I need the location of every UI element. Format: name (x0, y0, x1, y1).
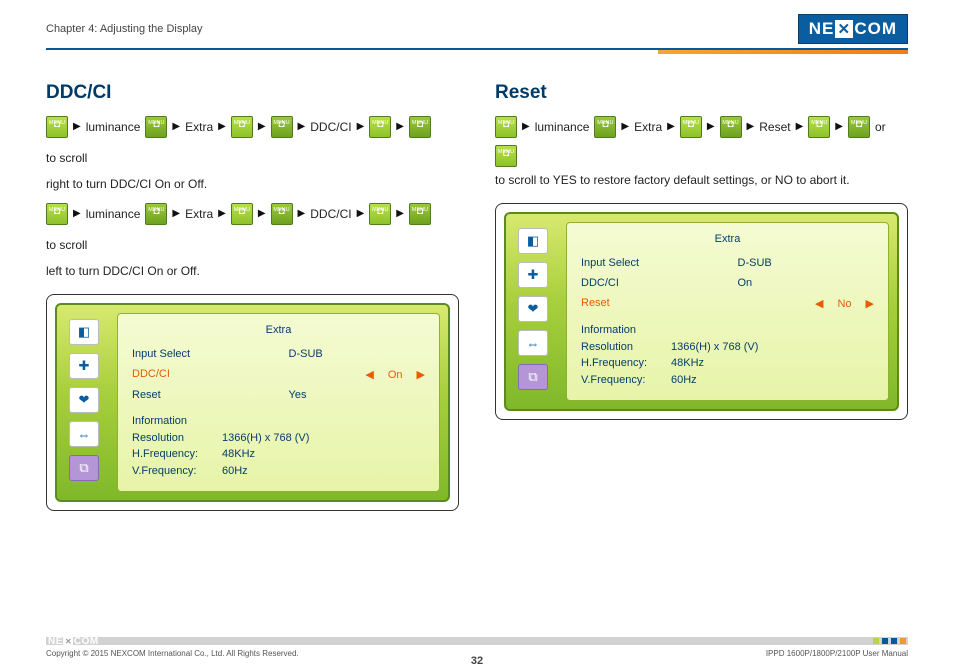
x-icon: ✕ (835, 20, 853, 38)
menu-button-icon: ◘MENU (271, 203, 293, 225)
arrow-icon: ▶ (298, 114, 306, 140)
nav-sequence-2: ◘MENU ▶ luminance ◘MENU ▶ Extra ▶ ◘MENU … (46, 201, 459, 258)
right-column: Reset ◘MENU ▶ luminance ◘MENU ▶ Extra ▶ … (495, 82, 908, 511)
seq-desc-2: left to turn DDC/CI On or Off. (46, 264, 459, 278)
menu-button-icon: ◘MENU (680, 116, 702, 138)
row-input-select: Input Select D-SUB (581, 253, 874, 273)
arrow-icon: ▶ (667, 114, 675, 140)
arrow-icon: ▶ (835, 114, 843, 140)
osd-tab-title: Extra (581, 233, 874, 245)
menu-button-icon: ◘MENU (720, 116, 742, 138)
menu-button-icon: ◘MENU (271, 116, 293, 138)
menu-button-icon: ◘MENU (46, 116, 68, 138)
menu-button-icon: ◘MENU (495, 145, 517, 167)
arrow-icon: ▶ (707, 114, 715, 140)
page-number: 32 (46, 655, 908, 667)
osd-panel-reset: ◧ ✚ ❤ ⇔ ⧉ Extra Input Select D-SUB DDC/C… (495, 203, 908, 420)
info-block: Information Resolution1366(H) x 768 (V) … (132, 413, 425, 479)
color-icon[interactable]: ❤ (518, 296, 548, 322)
menu-button-icon: ◘MENU (409, 116, 431, 138)
arrow-icon: ▶ (73, 201, 81, 227)
menu-button-icon: ◘MENU (808, 116, 830, 138)
arrow-icon: ▶ (357, 114, 365, 140)
chapter-title: Chapter 4: Adjusting the Display (46, 23, 203, 35)
osd-sidebar: ◧ ✚ ❤ ⇔ ⧉ (514, 222, 566, 401)
arrow-icon: ▶ (796, 114, 804, 140)
row-ddcci-selected[interactable]: DDC/CI ◀ On ▶ (132, 364, 425, 385)
right-arrow-icon[interactable]: ▶ (866, 297, 874, 310)
menu-button-icon: ◘MENU (231, 203, 253, 225)
arrow-icon: ▶ (298, 201, 306, 227)
info-block: Information Resolution1366(H) x 768 (V) … (581, 322, 874, 388)
menu-button-icon: ◘MENU (145, 203, 167, 225)
arrow-icon: ▶ (218, 114, 226, 140)
arrow-icon: ▶ (522, 114, 530, 140)
menu-button-icon: ◘MENU (369, 116, 391, 138)
arrow-icon: ▶ (172, 114, 180, 140)
arrow-icon: ▶ (621, 114, 629, 140)
seq-desc-reset: to scroll to YES to restore factory defa… (495, 173, 908, 187)
menu-button-icon: ◘MENU (594, 116, 616, 138)
menu-button-icon: ◘MENU (46, 203, 68, 225)
osd-panel-ddcci: ◧ ✚ ❤ ⇔ ⧉ Extra Input Select D-SUB DDC/C… (46, 294, 459, 511)
brand-logo: NE✕COM (798, 14, 908, 44)
arrow-icon: ▶ (258, 201, 266, 227)
row-ddcci: DDC/CI On (581, 273, 874, 293)
arrow-icon: ▶ (747, 114, 755, 140)
page-header: Chapter 4: Adjusting the Display NE✕COM (46, 0, 908, 44)
arrow-icon: ▶ (73, 114, 81, 140)
footer-logo: NE✕COM (48, 636, 99, 647)
arrow-icon: ▶ (258, 114, 266, 140)
menu-button-icon: ◘MENU (369, 203, 391, 225)
menu-button-icon: ◘MENU (409, 203, 431, 225)
section-title-reset: Reset (495, 82, 908, 104)
extra-icon[interactable]: ⧉ (518, 364, 548, 390)
image-setup-icon[interactable]: ✚ (518, 262, 548, 288)
arrow-icon: ▶ (357, 201, 365, 227)
left-arrow-icon[interactable]: ◀ (815, 297, 823, 310)
menu-button-icon: ◘MENU (145, 116, 167, 138)
osd-setup-icon[interactable]: ⇔ (69, 421, 99, 447)
row-input-select: Input Select D-SUB (132, 344, 425, 364)
image-setup-icon[interactable]: ✚ (69, 353, 99, 379)
left-arrow-icon[interactable]: ◀ (365, 368, 373, 381)
extra-icon[interactable]: ⧉ (69, 455, 99, 481)
osd-setup-icon[interactable]: ⇔ (518, 330, 548, 356)
header-accent (46, 50, 908, 54)
left-column: DDC/CI ◘MENU ▶ luminance ◘MENU ▶ Extra ▶… (46, 82, 459, 511)
menu-button-icon: ◘MENU (848, 116, 870, 138)
nav-sequence-1: ◘MENU ▶ luminance ◘MENU ▶ Extra ▶ ◘MENU … (46, 114, 459, 171)
arrow-icon: ▶ (172, 201, 180, 227)
nav-sequence-reset: ◘MENU ▶ luminance ◘MENU ▶ Extra ▶ ◘MENU … (495, 114, 908, 167)
osd-content: Extra Input Select D-SUB DDC/CI On Reset… (566, 222, 889, 401)
luminance-icon[interactable]: ◧ (518, 228, 548, 254)
osd-sidebar: ◧ ✚ ❤ ⇔ ⧉ (65, 313, 117, 492)
luminance-icon[interactable]: ◧ (69, 319, 99, 345)
page-footer: NE✕COM 32 Copyright © 2015 NEXCOM Intern… (46, 637, 908, 658)
footer-squares (873, 638, 906, 644)
color-icon[interactable]: ❤ (69, 387, 99, 413)
x-icon: ✕ (63, 636, 73, 646)
seq-desc-1: right to turn DDC/CI On or Off. (46, 177, 459, 191)
menu-button-icon: ◘MENU (231, 116, 253, 138)
menu-button-icon: ◘MENU (495, 116, 517, 138)
arrow-icon: ▶ (218, 201, 226, 227)
osd-content: Extra Input Select D-SUB DDC/CI ◀ On ▶ R… (117, 313, 440, 492)
osd-tab-title: Extra (132, 324, 425, 336)
row-reset: Reset Yes (132, 385, 425, 405)
arrow-icon: ▶ (396, 114, 404, 140)
arrow-icon: ▶ (396, 201, 404, 227)
section-title-ddcci: DDC/CI (46, 82, 459, 104)
row-reset-selected[interactable]: Reset ◀ No ▶ (581, 293, 874, 314)
right-arrow-icon[interactable]: ▶ (417, 368, 425, 381)
